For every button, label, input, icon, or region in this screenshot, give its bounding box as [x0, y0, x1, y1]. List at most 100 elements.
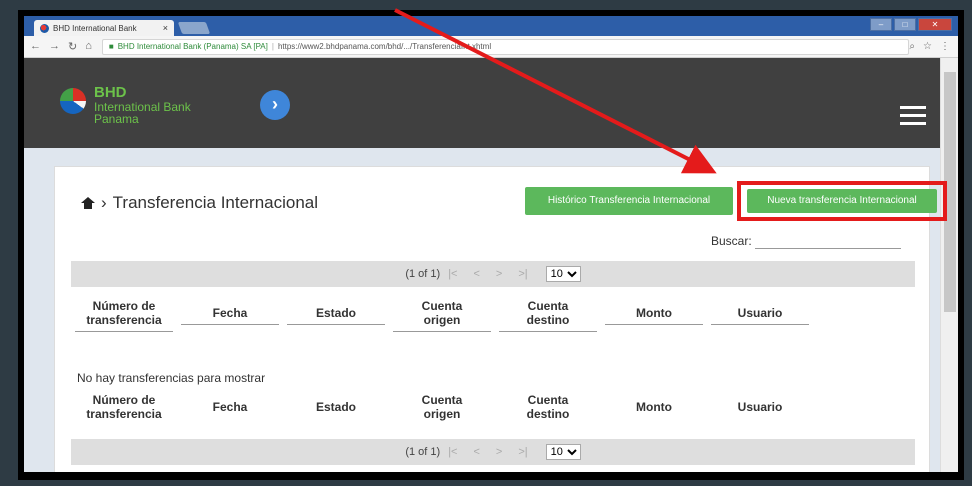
- column-header-line1: Monto: [636, 306, 672, 320]
- window-controls: – □ ✕: [870, 18, 952, 31]
- column-header-line2: destino: [526, 407, 570, 421]
- secure-origin-label: BHD International Bank (Panama) SA [PA]: [117, 42, 268, 51]
- new-transfer-button[interactable]: Nueva transferencia Internacional: [747, 189, 937, 213]
- bank-logo-icon: [60, 88, 86, 114]
- column-header-line1: Cuenta: [527, 299, 569, 313]
- column-header-line1: Fecha: [212, 306, 248, 320]
- url-separator: |: [271, 42, 274, 51]
- pager-status: (1 of 1): [405, 446, 441, 458]
- pager-bottom: (1 of 1) |< < > >| 10: [71, 439, 915, 465]
- hamburger-menu-icon[interactable]: [900, 106, 926, 130]
- column-filter-line[interactable]: [75, 331, 173, 332]
- column-header-line1: Estado: [315, 306, 356, 320]
- column-header[interactable]: Cuenta origen: [389, 393, 495, 421]
- column-filter-line[interactable]: [605, 324, 703, 325]
- column-header-line2: transferencia: [86, 407, 162, 421]
- column-header-line2: destino: [526, 313, 570, 327]
- table-header: Número de transferencia Fecha Estado Cuenta o…: [71, 299, 915, 332]
- column-header[interactable]: Estado: [283, 393, 389, 421]
- column-header[interactable]: Cuenta destino: [495, 393, 601, 421]
- url-text: https://www2.bhdpanama.com/bhd/.../Trans…: [277, 42, 492, 51]
- column-header-line1: Fecha: [212, 400, 248, 414]
- column-filter-line[interactable]: [499, 331, 597, 332]
- url-field[interactable]: ■ BHD International Bank (Panama) SA [PA…: [101, 38, 910, 55]
- expand-menu-button[interactable]: ›: [260, 90, 290, 120]
- column-header[interactable]: Monto: [601, 299, 707, 332]
- favicon-icon: [40, 23, 49, 33]
- minimize-icon[interactable]: –: [870, 18, 892, 31]
- history-transfer-button[interactable]: Histórico Transferencia Internacional: [525, 187, 733, 215]
- rows-per-page-select[interactable]: 10: [545, 444, 581, 460]
- column-filter-line[interactable]: [181, 324, 279, 325]
- table-footer-header: Número de transferencia Fecha Estado Cuenta o…: [71, 393, 915, 421]
- rows-per-page-select[interactable]: 10: [545, 266, 581, 282]
- column-header[interactable]: Fecha: [177, 393, 283, 421]
- column-header-line1: Usuario: [737, 306, 783, 320]
- chevron-right-icon: ›: [101, 193, 107, 212]
- column-header[interactable]: Número de transferencia: [71, 299, 177, 332]
- pager-first-button[interactable]: |<: [448, 446, 457, 458]
- forward-icon[interactable]: →: [49, 40, 60, 53]
- column-header-line1: Estado: [315, 400, 356, 414]
- column-filter-line[interactable]: [287, 324, 385, 325]
- pager-prev-button[interactable]: <: [473, 446, 479, 458]
- bookmark-star-icon[interactable]: ☆: [923, 41, 932, 52]
- pager-top: (1 of 1) |< < > >| 10: [71, 261, 915, 287]
- pager-first-button[interactable]: |<: [448, 268, 457, 280]
- column-header-line1: Número de: [92, 299, 156, 313]
- back-icon[interactable]: ←: [30, 40, 41, 53]
- screenshot-frame: BHD International Bank × – □ ✕ ← → ↻ ⌂ ■…: [18, 10, 964, 480]
- column-header-line2: origen: [423, 313, 461, 327]
- pager-last-button[interactable]: >|: [518, 268, 527, 280]
- column-header-line2: origen: [423, 407, 461, 421]
- tab-title: BHD International Bank: [53, 23, 137, 33]
- search-input[interactable]: [755, 231, 901, 249]
- empty-message: No hay transferencias para mostrar: [77, 371, 266, 385]
- column-header-line2: transferencia: [86, 313, 162, 327]
- column-header[interactable]: Estado: [283, 299, 389, 332]
- close-tab-icon[interactable]: ×: [163, 23, 168, 33]
- column-header[interactable]: Monto: [601, 393, 707, 421]
- scrollbar[interactable]: [940, 58, 958, 472]
- column-filter-line[interactable]: [711, 324, 809, 325]
- browser-menu-icon[interactable]: ⋮: [940, 41, 950, 52]
- search-label: Buscar:: [711, 234, 752, 248]
- column-header[interactable]: Fecha: [177, 299, 283, 332]
- maximize-icon[interactable]: □: [894, 18, 916, 31]
- zoom-icon[interactable]: ⌕: [909, 41, 915, 52]
- column-header-line1: Cuenta: [421, 299, 463, 313]
- highlight-box: Nueva transferencia Internacional: [737, 181, 947, 221]
- app-header: BHD International Bank Panama ›: [24, 58, 940, 148]
- page-title: Transferencia Internacional: [112, 193, 319, 212]
- pager-last-button[interactable]: >|: [518, 446, 527, 458]
- home-browser-icon[interactable]: ⌂: [85, 40, 92, 53]
- column-header[interactable]: Cuenta destino: [495, 299, 601, 332]
- content-card: › Transferencia Internacional Histórico …: [54, 166, 947, 472]
- column-header-line1: Usuario: [737, 400, 783, 414]
- breadcrumb: › Transferencia Internacional: [81, 193, 318, 213]
- column-header-line1: Monto: [636, 400, 672, 414]
- address-bar: ← → ↻ ⌂ ■ BHD International Bank (Panama…: [24, 36, 958, 58]
- reload-icon[interactable]: ↻: [68, 40, 77, 53]
- pager-prev-button[interactable]: <: [473, 268, 479, 280]
- column-header-line1: Cuenta: [421, 393, 463, 407]
- pager-status: (1 of 1): [405, 268, 441, 280]
- lock-icon: ■: [108, 42, 114, 51]
- pager-next-button[interactable]: >: [496, 446, 502, 458]
- column-header-line1: Cuenta: [527, 393, 569, 407]
- home-icon[interactable]: [81, 197, 95, 209]
- column-header[interactable]: Usuario: [707, 299, 813, 332]
- column-header[interactable]: Cuenta origen: [389, 299, 495, 332]
- column-header[interactable]: Usuario: [707, 393, 813, 421]
- browser-tab[interactable]: BHD International Bank ×: [34, 20, 174, 36]
- browser-window: BHD International Bank × – □ ✕ ← → ↻ ⌂ ■…: [24, 16, 958, 472]
- close-window-icon[interactable]: ✕: [918, 18, 952, 31]
- column-header[interactable]: Número de transferencia: [71, 393, 177, 421]
- pager-next-button[interactable]: >: [496, 268, 502, 280]
- brand-name: BHD: [94, 84, 127, 101]
- brand-country: Panama: [94, 112, 139, 126]
- column-filter-line[interactable]: [393, 331, 491, 332]
- new-tab-button[interactable]: [177, 22, 211, 34]
- column-header-line1: Número de: [92, 393, 156, 407]
- tab-strip: BHD International Bank × – □ ✕: [24, 16, 958, 36]
